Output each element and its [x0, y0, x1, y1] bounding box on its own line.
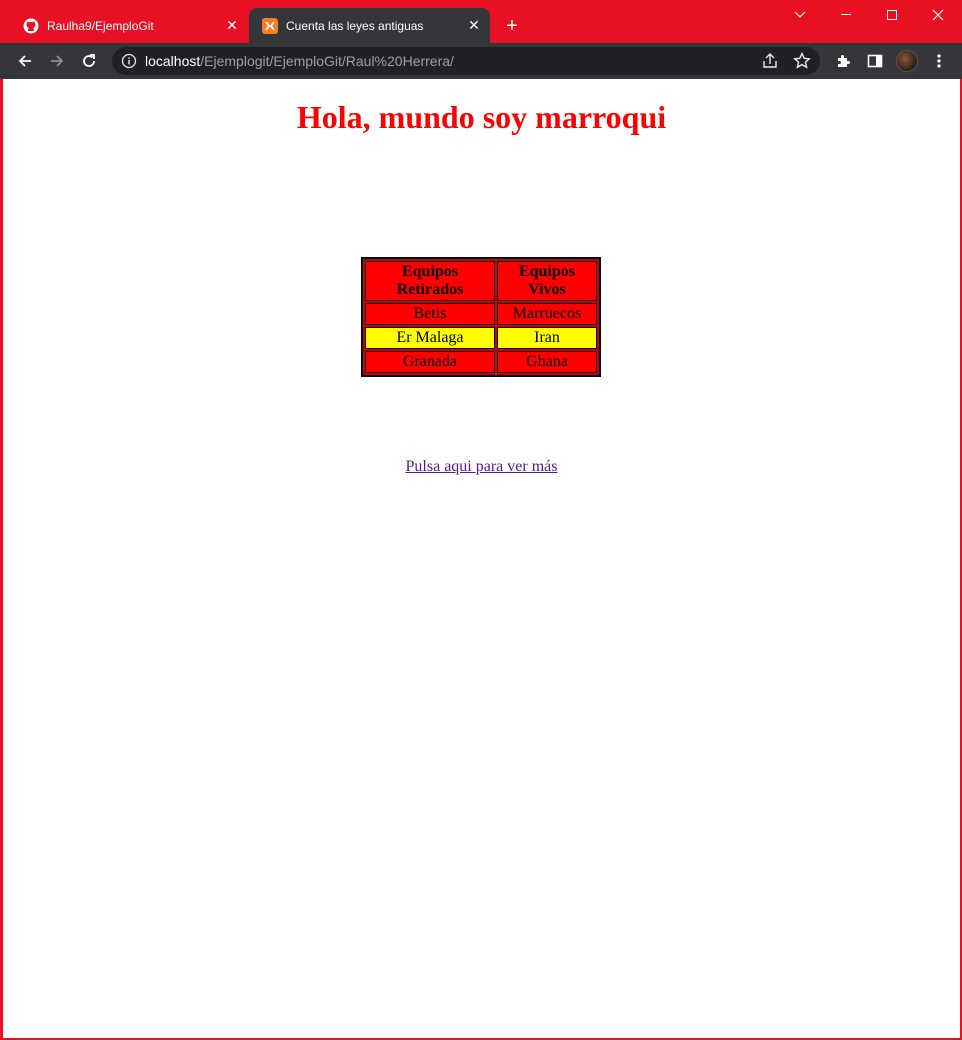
- tab-title: Cuenta las leyes antiguas: [286, 18, 424, 33]
- side-panel-icon[interactable]: [863, 49, 887, 73]
- table-row: Granada Ghana: [365, 351, 597, 373]
- see-more-link[interactable]: Pulsa aqui para ver más: [3, 458, 960, 476]
- close-tab-icon[interactable]: ✕: [466, 17, 482, 34]
- table-header-row: Equipos Retirados Equipos Vivos: [365, 261, 597, 301]
- url-path: /Ejemplogit/EjemploGit/Raul%20Herrera/: [200, 53, 454, 69]
- teams-table: Equipos Retirados Equipos Vivos Betis Ma…: [361, 257, 601, 377]
- tab-github[interactable]: Raulha9/EjemploGit ✕: [0, 8, 248, 43]
- table-cell: Iran: [497, 327, 597, 349]
- forward-icon[interactable]: [45, 49, 69, 73]
- minimize-icon[interactable]: [823, 0, 869, 30]
- tab-title: Raulha9/EjemploGit: [47, 18, 154, 33]
- xampp-icon: [262, 17, 278, 34]
- page-viewport: Hola, mundo soy marroqui Equipos Retirad…: [3, 79, 960, 1038]
- tab-active[interactable]: Cuenta las leyes antiguas ✕: [249, 8, 490, 43]
- table-row: Er Malaga Iran: [365, 327, 597, 349]
- tab-search-icon[interactable]: [777, 0, 823, 30]
- page-heading: Hola, mundo soy marroqui: [296, 99, 667, 135]
- table-cell: Betis: [365, 303, 495, 325]
- header-retired-teams: Equipos Retirados: [365, 261, 495, 301]
- browser-toolbar: localhost/Ejemplogit/EjemploGit/Raul%20H…: [0, 43, 962, 79]
- new-tab-icon[interactable]: +: [500, 14, 524, 38]
- maximize-icon[interactable]: [869, 0, 915, 30]
- table-cell: Granada: [365, 351, 495, 373]
- menu-kebab-icon[interactable]: [927, 49, 951, 73]
- profile-avatar[interactable]: [896, 50, 918, 72]
- url-host: localhost: [145, 53, 201, 69]
- github-icon: [23, 18, 39, 34]
- header-alive-teams: Equipos Vivos: [497, 261, 597, 301]
- share-icon[interactable]: [760, 51, 780, 71]
- extensions-icon[interactable]: [831, 49, 855, 73]
- table-cell: Ghana: [497, 351, 597, 373]
- table-cell: Marruecos: [497, 303, 597, 325]
- address-bar[interactable]: localhost/Ejemplogit/EjemploGit/Raul%20H…: [112, 47, 820, 75]
- back-icon[interactable]: [13, 49, 37, 73]
- reload-icon[interactable]: [77, 49, 101, 73]
- tab-strip: Raulha9/EjemploGit ✕ Cuenta las leyes an…: [0, 0, 962, 43]
- info-icon[interactable]: [121, 53, 137, 69]
- close-tab-icon[interactable]: ✕: [224, 17, 240, 34]
- close-window-icon[interactable]: [915, 0, 961, 30]
- bookmark-star-icon[interactable]: [792, 51, 812, 71]
- table-row: Betis Marruecos: [365, 303, 597, 325]
- table-cell: Er Malaga: [365, 327, 495, 349]
- url-text: localhost/Ejemplogit/EjemploGit/Raul%20H…: [145, 53, 454, 69]
